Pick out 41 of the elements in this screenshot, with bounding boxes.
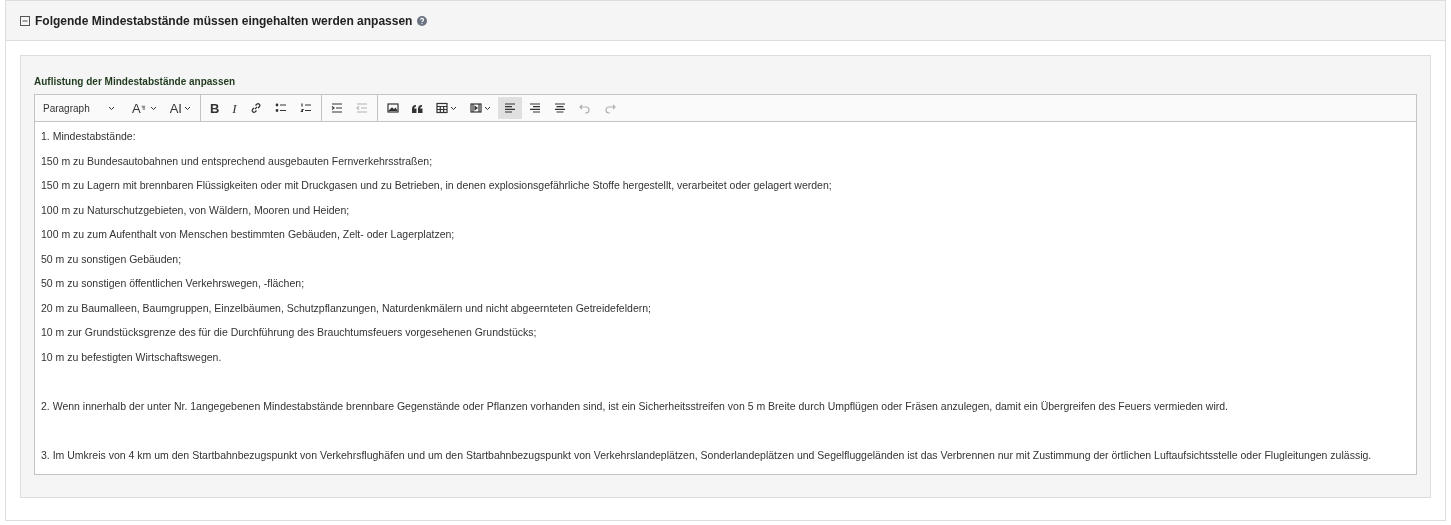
numbered-list-icon xyxy=(299,102,312,114)
caret-icon xyxy=(483,105,491,111)
help-icon[interactable] xyxy=(417,15,428,26)
italic-button[interactable]: I xyxy=(226,97,243,119)
image-icon xyxy=(386,102,399,114)
paragraph: 10 m zu befestigten Wirtschaftswegen. xyxy=(41,350,223,363)
panel-title: Folgende Mindestabstände müssen eingehalten werden anpassen xyxy=(35,12,413,30)
bold-button[interactable]: B xyxy=(203,97,226,119)
font-family-button[interactable]: AI xyxy=(163,97,197,119)
paragraph: 10 m zur Grundstücksgrenze des für die Durchführung des Brauchtumsfeuers vorgesehenen Grundstücks; xyxy=(41,326,538,338)
caret-icon xyxy=(149,105,157,111)
table-icon xyxy=(435,102,448,114)
paragraph: 50 m zu sonstigen Gebäuden; xyxy=(41,252,183,265)
paragraph-dropdown[interactable]: Paragraph xyxy=(35,96,123,120)
caret-icon xyxy=(183,105,191,111)
align-right-icon xyxy=(528,102,541,114)
undo-icon xyxy=(578,102,591,114)
link-icon xyxy=(249,102,262,114)
redo-icon xyxy=(603,102,616,114)
paragraph: 1. Mindestabstände: xyxy=(41,130,137,142)
quote-icon xyxy=(411,103,423,113)
align-left-icon xyxy=(503,102,516,114)
bullet-list-icon xyxy=(274,102,287,114)
align-center-icon xyxy=(553,102,566,114)
paragraph: 150 m zu Bundesautobahnen und entsprechend ausgebauten Fernverkehrsstraßen; xyxy=(41,154,434,167)
paragraph: 20 m zu Baumalleen, Baumgruppen, Einzelbäumen, Schutzpflanzungen, Naturdenkmälern und nicht abgeernteten Getreidefeldern; xyxy=(41,301,652,314)
paragraph: 150 m zu Lagern mit brennbaren Flüssigkeiten oder mit Druckgasen und zu Betrieben, in denen explosionsgefährliche Stoffe hergestellt, verarbeitet oder gelagert werden; xyxy=(41,179,833,191)
collapse-icon[interactable] xyxy=(20,15,30,26)
paragraph: 100 m zu zum Aufenthalt von Menschen bestimmten Gebäuden, Zelt- oder Lagerplatzen; xyxy=(41,228,456,240)
outdent-icon xyxy=(355,102,368,114)
paragraph: 100 m zu Naturschutzgebieten, von Wäldern, Mooren und Heiden; xyxy=(41,203,351,216)
indent-icon xyxy=(330,102,343,114)
paragraph: 50 m zu sonstigen öffentlichen Verkehrswegen, -flächen; xyxy=(41,277,306,289)
font-size-button[interactable]: A xyxy=(126,97,163,119)
paragraph: 2. Wenn innerhalb der unter Nr. 1angegebenen Mindestabstände brennbare Gegenstände oder Pflanzen vorhanden sind, ist ein Sicherheitsstreifen von 5 m Breite durch Umpflügen oder Fräsen anzulegen, damit ein Übergreifen des Feuers vermieden wird. xyxy=(41,399,1230,412)
caret-icon xyxy=(449,105,457,111)
caret-icon xyxy=(108,105,115,111)
media-icon xyxy=(469,102,482,114)
field-label: Auflistung der Mindestabstände anpassen xyxy=(34,75,237,89)
paragraph: 3. Im Umkreis von 4 km um den Startbahnbezugspunkt von Verkehrsflughäfen und um den Startbahnbezugspunkt von Verkehrslandeplätzen, Sonderlandeplätzen und Segelfluggeländen ist das Verbrennen nur mit Zustimmung der örtlichen Luftaufsichtsstelle oder Flugleitungen zulässig. xyxy=(41,448,1373,461)
align-left-button[interactable] xyxy=(497,97,522,119)
